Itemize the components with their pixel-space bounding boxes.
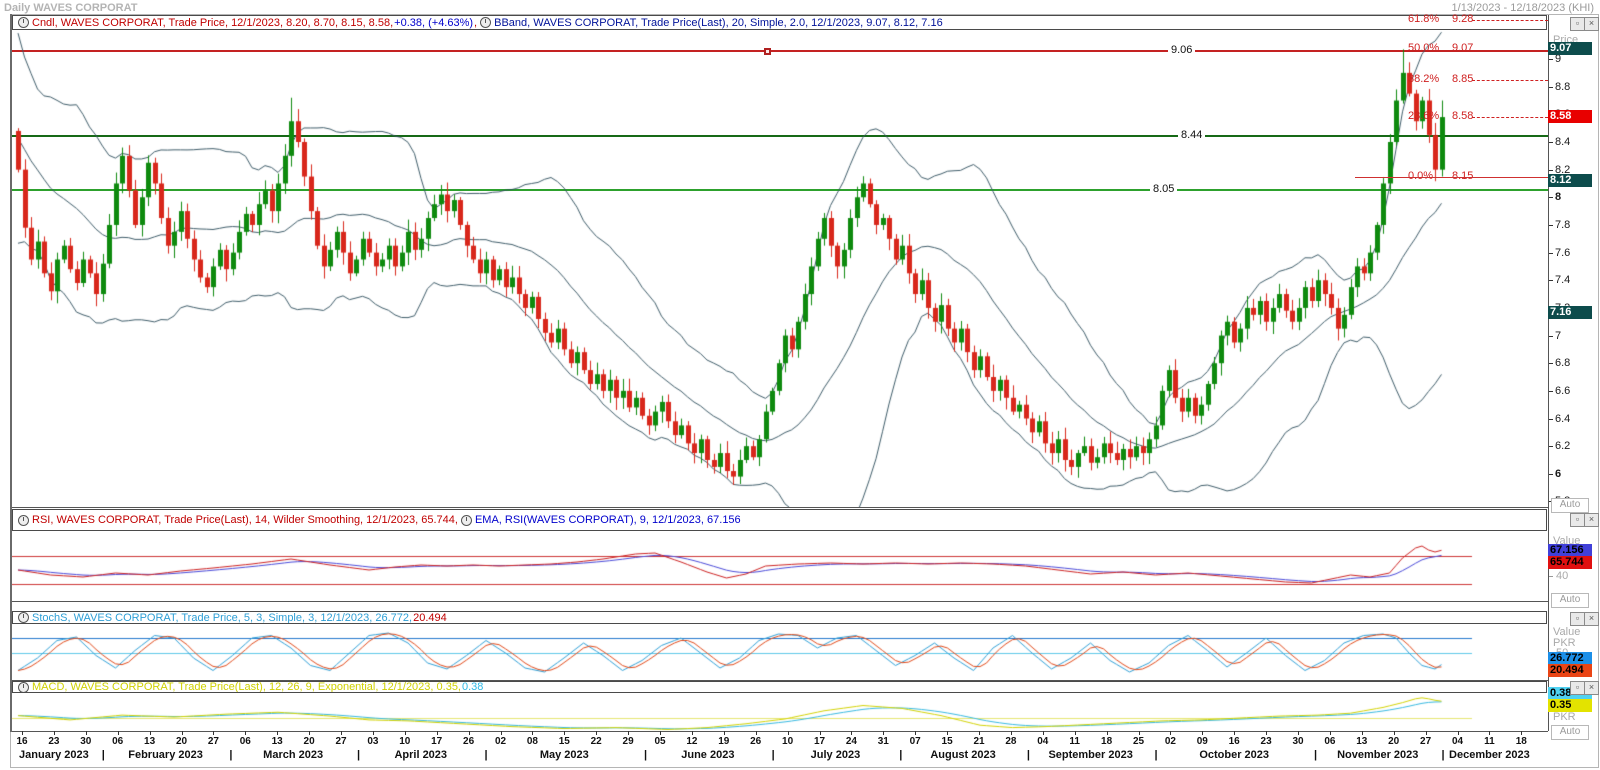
legend-text: +0.38, (+4.63%)	[394, 17, 473, 29]
rsi-axis-header: Value	[1553, 535, 1580, 547]
price-auto-button[interactable]: Auto	[1551, 498, 1589, 513]
legend-text: MACD, WAVES CORPORAT, Trade Price(Last),…	[32, 681, 461, 693]
macd-pane-legend[interactable]: MACD, WAVES CORPORAT, Trade Price(Last),…	[12, 681, 1547, 693]
legend-text: Cndl, WAVES CORPORAT, Trade Price, 12/1/…	[32, 17, 393, 29]
restore-button[interactable]: ▫	[1570, 513, 1585, 527]
legend-text: 20.494	[413, 612, 447, 624]
rsi-pane-legend[interactable]: RSI, WAVES CORPORAT, Trade Price(Last), …	[12, 509, 1547, 531]
restore-button[interactable]: ▫	[1570, 681, 1585, 695]
legend-text: ,	[474, 17, 477, 29]
date-range: 1/13/2023 - 12/18/2023 (KHI)	[1452, 2, 1594, 14]
axis-spine	[1548, 15, 1549, 731]
indicator-clock-icon	[18, 17, 29, 28]
macd-auto-button[interactable]: Auto	[1551, 725, 1589, 740]
xaxis-line	[12, 731, 1548, 732]
legend-text: StochS, WAVES CORPORAT, Trade Price, 5, …	[32, 612, 412, 624]
indicator-clock-icon	[461, 515, 472, 526]
pane-separator	[12, 507, 1548, 508]
macd-pane-canvas[interactable]	[12, 693, 1548, 731]
stoch-pane-canvas[interactable]	[12, 624, 1548, 680]
price-pane-legend[interactable]: Cndl, WAVES CORPORAT, Trade Price, 12/1/…	[12, 15, 1547, 30]
chart-title: Daily WAVES CORPORAT	[4, 2, 137, 14]
rsi-pane-canvas[interactable]	[12, 531, 1548, 601]
close-button[interactable]: ×	[1584, 17, 1599, 31]
price-pane-canvas[interactable]	[12, 30, 1548, 507]
restore-button[interactable]: ▫	[1570, 612, 1585, 626]
chart-application: Daily WAVES CORPORAT 1/13/2023 - 12/18/2…	[0, 0, 1600, 770]
price-axis-header: Price	[1553, 34, 1578, 46]
indicator-clock-icon	[480, 17, 491, 28]
legend-text: EMA, RSI(WAVES CORPORAT), 9, 12/1/2023, …	[475, 514, 741, 526]
indicator-clock-icon	[18, 612, 29, 623]
legend-text: BBand, WAVES CORPORAT, Trade Price(Last)…	[494, 17, 943, 29]
close-button[interactable]: ×	[1584, 612, 1599, 626]
pane-separator	[12, 601, 1548, 602]
indicator-clock-icon	[18, 682, 29, 693]
left-spine	[10, 14, 12, 732]
close-button[interactable]: ×	[1584, 681, 1599, 695]
indicator-clock-icon	[18, 515, 29, 526]
close-button[interactable]: ×	[1584, 513, 1599, 527]
restore-button[interactable]: ▫	[1570, 17, 1585, 31]
stoch-axis-currency: PKR	[1553, 637, 1576, 649]
legend-text: RSI, WAVES CORPORAT, Trade Price(Last), …	[32, 514, 458, 526]
legend-text: 0.38	[462, 681, 483, 693]
rsi-auto-button[interactable]: Auto	[1551, 593, 1589, 608]
stoch-pane-legend[interactable]: StochS, WAVES CORPORAT, Trade Price, 5, …	[12, 611, 1547, 624]
macd-axis-currency: PKR	[1553, 711, 1576, 723]
